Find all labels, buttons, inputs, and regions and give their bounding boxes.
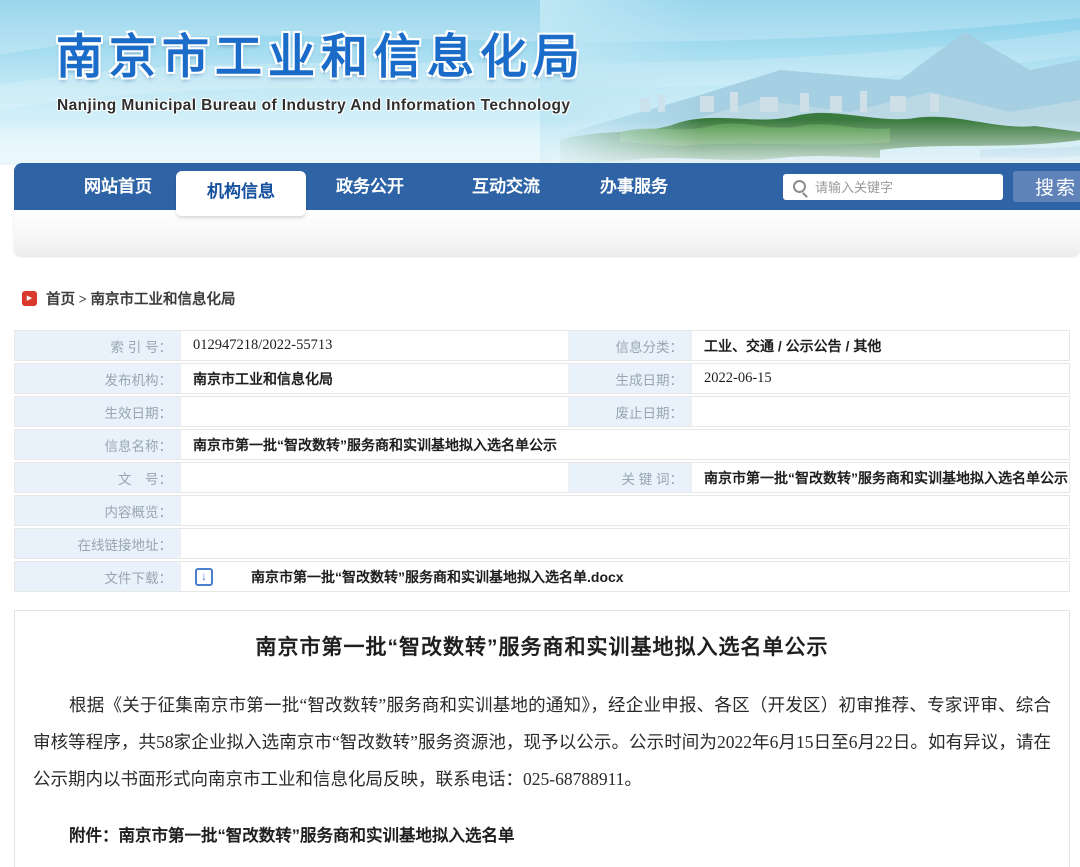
main-navigation: 网站首页 机构信息 政务公开 互动交流 办事服务 搜索 [14, 163, 1080, 210]
table-row: 文件下载： ↓ 南京市第一批“智改数转”服务商和实训基地拟入选名单.docx [14, 561, 1070, 592]
meta-label-file-download: 文件下载： [15, 562, 181, 591]
table-row: 发布机构： 南京市工业和信息化局 生成日期： 2022-06-15 [14, 363, 1070, 394]
nav-tab-services[interactable]: 办事服务 [584, 163, 684, 210]
meta-value-keywords: 南京市第一批“智改数转”服务商和实训基地拟入选名单公示 [692, 463, 1069, 492]
table-row: 内容概览： [14, 495, 1070, 526]
meta-value-file-download: ↓ 南京市第一批“智改数转”服务商和实训基地拟入选名单.docx [181, 562, 1069, 591]
meta-label-content-overview: 内容概览： [15, 496, 181, 525]
download-icon[interactable]: ↓ [195, 568, 213, 586]
breadcrumb-text[interactable]: 首页 > 南京市工业和信息化局 [46, 288, 236, 309]
download-file-link[interactable]: 南京市第一批“智改数转”服务商和实训基地拟入选名单.docx [251, 567, 624, 587]
meta-value-info-category: 工业、交通 / 公示公告 / 其他 [692, 331, 1069, 360]
meta-value-doc-number [181, 463, 569, 492]
meta-value-generate-date: 2022-06-15 [692, 364, 1069, 393]
play-icon: ▶ [22, 291, 37, 306]
search-icon [793, 180, 806, 193]
meta-label-generate-date: 生成日期： [569, 364, 692, 393]
site-subtitle-english: Nanjing Municipal Bureau of Industry And… [57, 97, 570, 115]
meta-label-info-name: 信息名称： [15, 430, 181, 459]
meta-label-index-number: 索 引 号： [15, 331, 181, 360]
meta-value-effective-date [181, 397, 569, 426]
article-attachment: 附件：南京市第一批“智改数转”服务商和实训基地拟入选名单 [33, 822, 1051, 846]
submenu-panel [14, 210, 1080, 256]
table-row: 索 引 号： 012947218/2022-55713 信息分类： 工业、交通 … [14, 330, 1070, 361]
meta-value-content-overview [181, 496, 1069, 525]
meta-label-publisher: 发布机构： [15, 364, 181, 393]
nav-tab-interaction[interactable]: 互动交流 [456, 163, 556, 210]
meta-value-publisher: 南京市工业和信息化局 [181, 364, 569, 393]
article-panel: 南京市第一批“智改数转”服务商和实训基地拟入选名单公示 根据《关于征集南京市第一… [14, 610, 1070, 867]
meta-label-expiry-date: 废止日期： [569, 397, 692, 426]
search-input[interactable] [783, 174, 1003, 200]
table-row: 生效日期： 废止日期： [14, 396, 1070, 427]
meta-label-info-category: 信息分类： [569, 331, 692, 360]
table-row: 在线链接地址： [14, 528, 1070, 559]
nav-tab-home[interactable]: 网站首页 [68, 163, 168, 210]
article-title: 南京市第一批“智改数转”服务商和实训基地拟入选名单公示 [15, 631, 1069, 661]
search-button[interactable]: 搜索 [1013, 171, 1080, 202]
meta-value-index-number: 012947218/2022-55713 [181, 331, 569, 360]
meta-value-info-name: 南京市第一批“智改数转”服务商和实训基地拟入选名单公示 [181, 430, 1069, 459]
table-row: 文 号： 关 键 词： 南京市第一批“智改数转”服务商和实训基地拟入选名单公示 [14, 462, 1070, 493]
search-box [783, 174, 1003, 200]
document-meta-table: 索 引 号： 012947218/2022-55713 信息分类： 工业、交通 … [14, 330, 1070, 594]
meta-label-online-link: 在线链接地址： [15, 529, 181, 558]
meta-label-doc-number: 文 号： [15, 463, 181, 492]
nav-tab-organization-info[interactable]: 机构信息 [176, 171, 306, 216]
breadcrumb: ▶ 首页 > 南京市工业和信息化局 [22, 288, 236, 309]
site-title: 南京市工业和信息化局 [56, 18, 586, 87]
article-body: 根据《关于征集南京市第一批“智改数转”服务商和实训基地的通知》，经企业申报、各区… [33, 687, 1051, 798]
page: 南京市工业和信息化局 Nanjing Municipal Bureau of I… [0, 0, 1080, 867]
table-row: 信息名称： 南京市第一批“智改数转”服务商和实训基地拟入选名单公示 [14, 429, 1070, 460]
meta-value-online-link [181, 529, 1069, 558]
site-banner: 南京市工业和信息化局 Nanjing Municipal Bureau of I… [0, 0, 1080, 165]
nav-tab-government-affairs[interactable]: 政务公开 [320, 163, 420, 210]
meta-label-effective-date: 生效日期： [15, 397, 181, 426]
meta-value-expiry-date [692, 397, 1069, 426]
meta-label-keywords: 关 键 词： [569, 463, 692, 492]
